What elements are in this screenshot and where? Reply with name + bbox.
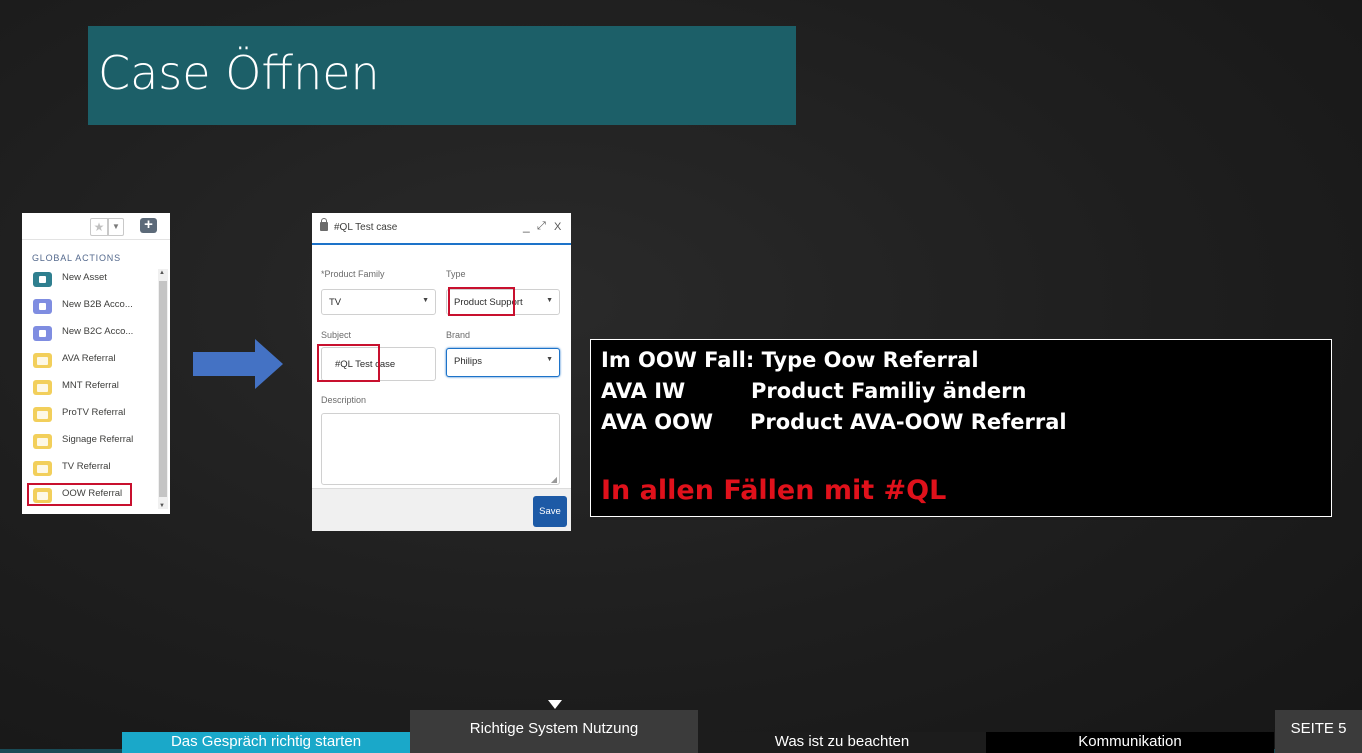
global-action-label: TV Referral: [62, 461, 111, 472]
favorites-star-icon[interactable]: ★: [90, 218, 108, 236]
oow-referral-highlight: [27, 483, 132, 506]
global-action-label: AVA Referral: [62, 353, 116, 364]
info-line-3-text: Product AVA-OOW Referral: [750, 410, 1067, 434]
global-action-tv-referral[interactable]: TV Referral: [22, 458, 158, 485]
global-action-protv-referral[interactable]: ProTV Referral: [22, 404, 158, 431]
active-section-pointer-icon: [548, 700, 562, 709]
add-global-action-icon[interactable]: +: [140, 217, 157, 233]
case-dialog: #QL Test case _ ⤢ X *Product Family TV ▼…: [312, 213, 571, 531]
global-action-new-asset[interactable]: New Asset: [22, 269, 158, 296]
brand-value: Philips: [454, 356, 482, 367]
type-highlight: [448, 287, 515, 316]
case-dialog-header: #QL Test case _ ⤢ X: [312, 213, 571, 245]
nav-item-system-nutzung[interactable]: Richtige System Nutzung: [410, 710, 698, 753]
save-button[interactable]: Save: [533, 496, 567, 527]
nav-item-gespraech-starten[interactable]: Das Gespräch richtig starten: [122, 732, 410, 753]
info-line-2-text: Product Familiy ändern: [751, 379, 1027, 403]
info-highlight: In allen Fällen mit #QL: [601, 475, 947, 506]
brand-select[interactable]: Philips ▼: [446, 348, 560, 377]
info-line-2: AVA IW Product Familiy ändern: [601, 379, 1026, 403]
global-action-label: Signage Referral: [62, 434, 134, 445]
folder-icon: [33, 434, 52, 449]
chevron-down-icon: ▼: [422, 297, 429, 304]
product-family-label: *Product Family: [321, 269, 385, 279]
folder-icon: [33, 380, 52, 395]
global-action-ava-referral[interactable]: AVA Referral: [22, 350, 158, 377]
expand-icon[interactable]: ⤢: [537, 220, 546, 233]
resize-grip-icon[interactable]: ◢: [551, 475, 557, 484]
type-label: Type: [446, 269, 466, 279]
info-line-1: Im OOW Fall: Type Oow Referral: [601, 348, 979, 372]
global-action-new-b2c-account[interactable]: New B2C Acco...: [22, 323, 158, 350]
chevron-down-icon: ▼: [546, 297, 553, 304]
subject-highlight: [317, 344, 380, 382]
title-banner: Case Öffnen: [88, 26, 796, 125]
global-action-mnt-referral[interactable]: MNT Referral: [22, 377, 158, 404]
global-action-label: New B2B Acco...: [62, 299, 133, 310]
global-actions-toolbar: ★ ▼ +: [22, 213, 170, 240]
global-action-label: ProTV Referral: [62, 407, 126, 418]
nav-item-kommunikation[interactable]: Kommunikation: [986, 732, 1274, 753]
global-action-signage-referral[interactable]: Signage Referral: [22, 431, 158, 458]
close-icon[interactable]: X: [554, 221, 561, 233]
account-icon: [33, 299, 52, 314]
minimize-icon[interactable]: _: [523, 219, 530, 233]
person-account-icon: [33, 326, 52, 341]
global-actions-list: New Asset New B2B Acco... New B2C Acco..…: [22, 269, 158, 512]
case-dialog-title: #QL Test case: [334, 222, 398, 233]
info-line-3: AVA OOW Product AVA-OOW Referral: [601, 410, 1067, 434]
folder-icon: [33, 407, 52, 422]
global-action-label: MNT Referral: [62, 380, 119, 391]
lock-icon: [320, 218, 328, 231]
folder-icon: [33, 353, 52, 368]
chevron-down-icon[interactable]: ▼: [108, 218, 124, 236]
right-arrow-icon: [193, 339, 283, 389]
scrollbar-thumb[interactable]: [159, 281, 167, 497]
scroll-up-icon[interactable]: ▲: [159, 270, 165, 276]
folder-icon: [33, 461, 52, 476]
info-line-2-label: AVA IW: [601, 379, 686, 403]
slide-title: Case Öffnen: [98, 46, 380, 100]
description-textarea[interactable]: ◢: [321, 413, 560, 485]
scroll-down-icon[interactable]: ▼: [159, 503, 165, 509]
info-line-3-label: AVA OOW: [601, 410, 714, 434]
global-actions-heading: GLOBAL ACTIONS: [32, 253, 121, 263]
page-number: SEITE 5: [1275, 710, 1362, 753]
chevron-down-icon: ▼: [546, 356, 553, 363]
description-label: Description: [321, 395, 367, 405]
global-action-new-b2b-account[interactable]: New B2B Acco...: [22, 296, 158, 323]
scrollbar[interactable]: ▲ ▼: [158, 269, 168, 509]
product-family-value: TV: [329, 297, 342, 308]
product-family-select[interactable]: TV ▼: [321, 289, 436, 315]
subject-label: Subject: [321, 330, 352, 340]
nav-item-zu-beachten[interactable]: Was ist zu beachten: [698, 732, 986, 753]
global-action-label: New Asset: [62, 272, 107, 283]
global-actions-panel: ★ ▼ + GLOBAL ACTIONS New Asset New B2B A…: [22, 213, 170, 514]
asset-icon: [33, 272, 52, 287]
info-box: Im OOW Fall: Type Oow Referral AVA IW Pr…: [590, 339, 1332, 517]
global-action-label: New B2C Acco...: [62, 326, 134, 337]
brand-label: Brand: [446, 330, 471, 340]
